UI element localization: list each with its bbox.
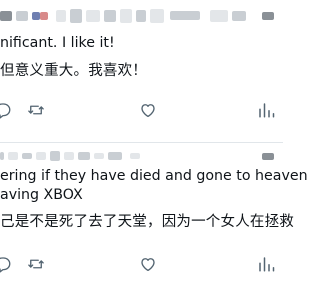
- views-chart-icon: [259, 257, 275, 272]
- views-button[interactable]: [254, 252, 278, 276]
- tweet-text-line: nificant. I like it!: [0, 35, 115, 51]
- handle-redacted: [120, 9, 132, 23]
- like-button[interactable]: [136, 252, 160, 276]
- user-name-redacted: [8, 152, 18, 160]
- tweet-text-line: aving XBOX: [0, 187, 83, 203]
- reply-icon: [0, 257, 11, 273]
- handle-redacted: [56, 10, 66, 22]
- handle-redacted: [78, 152, 90, 160]
- user-name-redacted: [0, 11, 12, 21]
- more-options-icon[interactable]: [262, 153, 274, 160]
- retweet-button[interactable]: [24, 252, 48, 276]
- timestamp-redacted: [210, 10, 228, 22]
- tweet-1-header: [0, 6, 283, 28]
- handle-redacted: [150, 9, 164, 23]
- retweet-icon: [28, 259, 44, 269]
- user-name-redacted: [0, 152, 4, 160]
- tweet-actions: [0, 252, 283, 276]
- handle-redacted: [70, 9, 82, 23]
- timestamp-redacted: [232, 11, 246, 21]
- heart-icon: [141, 104, 155, 118]
- tweet-text-line: 己是不是死了去了天堂，因为一个女人在拯救: [0, 214, 294, 230]
- tweet-2[interactable]: ering if they have died and gone to heav…: [0, 143, 308, 283]
- views-button[interactable]: [254, 98, 278, 122]
- more-options-icon[interactable]: [262, 12, 274, 20]
- handle-redacted: [50, 151, 60, 161]
- retweet-button[interactable]: [24, 98, 48, 122]
- tweet-actions: [0, 98, 283, 122]
- retweet-icon: [28, 105, 44, 115]
- tweet-2-header: [0, 146, 283, 168]
- timestamp-redacted: [130, 153, 140, 159]
- like-button[interactable]: [136, 98, 160, 122]
- heart-icon: [141, 258, 155, 272]
- views-chart-icon: [259, 103, 275, 118]
- handle-redacted: [86, 10, 100, 22]
- reply-button[interactable]: [0, 252, 15, 276]
- user-name-redacted: [16, 11, 28, 21]
- tweet-text-line: 但意义重大。我喜欢！: [0, 63, 147, 79]
- handle-redacted: [108, 152, 122, 160]
- tweet-1[interactable]: nificant. I like it! 但意义重大。我喜欢！: [0, 0, 283, 143]
- handle-redacted: [64, 152, 74, 160]
- reply-button[interactable]: [0, 98, 15, 122]
- flag-icon: [40, 12, 48, 20]
- user-name-redacted: [36, 152, 46, 160]
- reply-icon: [0, 103, 11, 119]
- handle-redacted: [136, 10, 146, 22]
- user-name-redacted: [22, 153, 32, 159]
- handle-redacted: [104, 10, 116, 22]
- flag-icon: [32, 12, 40, 20]
- handle-redacted: [170, 11, 200, 20]
- tweet-text-line: ering if they have died and gone to heav…: [0, 168, 308, 184]
- handle-redacted: [94, 153, 104, 159]
